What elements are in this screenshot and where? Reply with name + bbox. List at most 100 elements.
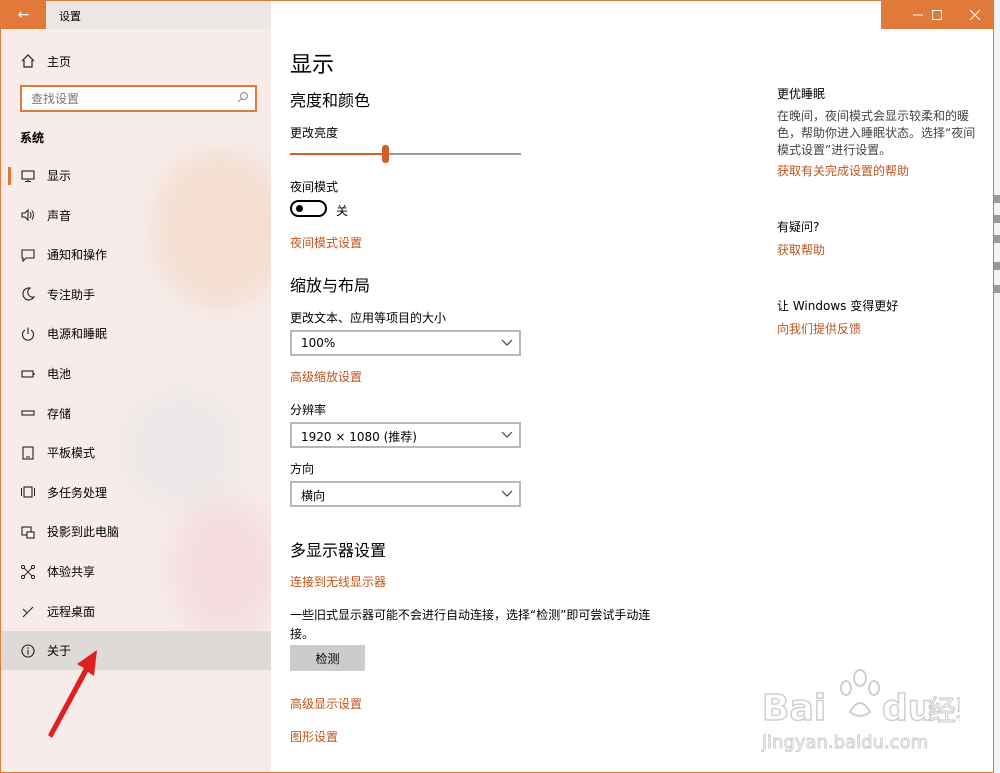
orientation-select[interactable]: 横向 — [290, 481, 521, 507]
sleep-title: 更优睡眠 — [777, 87, 826, 101]
sidebar-item-label: 声音 — [47, 208, 72, 223]
maximize-icon — [932, 10, 942, 20]
multi-display-note: 一些旧式显示器可能不会进行自动连接，选择“检测”即可尝试手动连接。 — [290, 608, 651, 641]
sidebar-item-label: 显示 — [47, 169, 72, 183]
night-mode-label: 夜间模式 — [290, 180, 339, 194]
brightness-label: 更改亮度 — [290, 126, 339, 140]
nav-home-label: 主页 — [47, 54, 72, 69]
sidebar-item-label: 投影到此电脑 — [47, 525, 120, 540]
brightness-slider-thumb[interactable] — [381, 145, 389, 163]
back-arrow-icon: ← — [17, 7, 30, 23]
nav-home[interactable]: 主页 — [1, 49, 271, 73]
sidebar-item-6[interactable]: 存储 — [1, 394, 271, 433]
sidebar-item-label: 平板模式 — [47, 446, 96, 461]
detect-button[interactable]: 检测 — [290, 645, 365, 671]
multi-display-heading: 多显示器设置 — [290, 541, 387, 560]
watermark-jingyan: 经验 — [928, 694, 960, 727]
sidebar-item-label: 电池 — [47, 367, 72, 381]
sidebar-item-3[interactable]: 专注助手 — [1, 275, 271, 314]
sleep-text: 在晚间，夜间模式会显示较柔和的暖色，帮助你进入睡眠状态。选择“夜间模式设置”进行… — [777, 109, 976, 157]
sidebar-item-2[interactable]: 通知和操作 — [1, 235, 271, 274]
search-input[interactable] — [22, 87, 222, 110]
search-icon — [237, 92, 248, 103]
resolution-select-value: 1920 × 1080 (推荐) — [301, 430, 417, 444]
night-mode-settings-link[interactable]: 夜间模式设置 — [290, 234, 362, 251]
night-mode-state: 关 — [336, 204, 349, 218]
search-box[interactable] — [20, 85, 257, 112]
size-label: 更改文本、应用等项目的大小 — [290, 311, 447, 325]
sidebar-item-7[interactable]: 平板模式 — [1, 433, 271, 472]
sidebar-item-label: 电源和睡眠 — [47, 327, 108, 342]
maximize-button[interactable] — [918, 1, 956, 29]
sidebar-item-label: 体验共享 — [47, 565, 96, 579]
orientation-select-value: 横向 — [301, 489, 326, 503]
app-title: 设置 — [59, 10, 81, 23]
project-icon — [21, 526, 35, 539]
section-header-system: 系统 — [20, 131, 45, 145]
improve-title: 让 Windows 变得更好 — [777, 299, 899, 313]
sidebar-item-label: 通知和操作 — [47, 248, 108, 263]
settings-window: ← 设置 主页 系统 显示声音通知和操作专注助手电源和睡眠电池存储平板模式多任务… — [0, 0, 994, 773]
sidebar-item-10[interactable]: 体验共享 — [1, 552, 271, 591]
storage-icon — [21, 410, 35, 416]
sidebar-item-label: 专注助手 — [47, 287, 96, 302]
size-select[interactable]: 100% — [290, 330, 521, 356]
night-mode-toggle[interactable] — [290, 200, 327, 217]
close-icon — [970, 10, 980, 20]
sleep-help-link[interactable]: 获取有关完成设置的帮助 — [777, 162, 909, 179]
main-content: 显示 亮度和颜色 更改亮度 夜间模式 关 夜间模式设置 缩放与布局 更改文本、应… — [271, 29, 993, 772]
chevron-down-icon — [501, 431, 513, 438]
speaker-icon — [21, 208, 34, 222]
get-help-link[interactable]: 获取帮助 — [777, 241, 825, 258]
info-icon — [21, 644, 35, 658]
close-button[interactable] — [956, 1, 993, 29]
share-icon — [20, 564, 36, 579]
chevron-down-icon — [501, 490, 513, 497]
feedback-link[interactable]: 向我们提供反馈 — [777, 320, 861, 337]
multitask-icon — [21, 486, 35, 498]
home-icon — [21, 54, 35, 68]
scale-heading: 缩放与布局 — [290, 276, 371, 295]
sidebar-item-label: 远程桌面 — [47, 604, 96, 619]
brightness-slider[interactable] — [290, 145, 521, 163]
wireless-display-link[interactable]: 连接到无线显示器 — [290, 573, 386, 590]
notification-icon — [21, 249, 35, 263]
brightness-slider-fill — [290, 153, 385, 155]
resolution-label: 分辨率 — [290, 403, 327, 417]
moon-icon — [22, 287, 36, 301]
sidebar-item-label: 关于 — [47, 644, 72, 659]
back-button[interactable]: ← — [1, 1, 46, 29]
sidebar-item-4[interactable]: 电源和睡眠 — [1, 314, 271, 353]
graphics-settings-link[interactable]: 图形设置 — [290, 728, 338, 745]
toggle-knob — [296, 205, 303, 212]
advanced-display-link[interactable]: 高级显示设置 — [290, 695, 362, 712]
battery-icon — [21, 369, 35, 378]
orientation-label: 方向 — [290, 462, 315, 476]
sidebar-item-5[interactable]: 电池 — [1, 354, 271, 393]
watermark-url: jingyan.baidu.com — [761, 732, 928, 753]
page-title: 显示 — [290, 53, 335, 78]
resolution-select[interactable]: 1920 × 1080 (推荐) — [290, 422, 521, 448]
question-title: 有疑问? — [777, 220, 820, 234]
title-bar: ← 设置 — [1, 1, 993, 29]
brightness-heading: 亮度和颜色 — [290, 91, 371, 110]
sidebar-item-12[interactable]: 关于 — [1, 631, 271, 671]
power-icon — [21, 327, 35, 341]
sidebar-item-9[interactable]: 投影到此电脑 — [1, 512, 271, 551]
sidebar-item-11[interactable]: 远程桌面 — [1, 592, 271, 631]
sidebar: 主页 系统 显示声音通知和操作专注助手电源和睡眠电池存储平板模式多任务处理投影到… — [1, 29, 291, 772]
sidebar-item-1[interactable]: 声音 — [1, 196, 271, 235]
baidu-watermark: Bai du 经验 jingyan.baidu.com — [761, 669, 960, 754]
watermark-brand2: du — [882, 688, 933, 729]
sidebar-item-0[interactable]: 显示 — [1, 156, 271, 195]
advanced-scale-link[interactable]: 高级缩放设置 — [290, 368, 362, 385]
watermark-brand: Bai — [762, 688, 826, 729]
sidebar-item-label: 存储 — [47, 406, 72, 421]
background-window-edge — [994, 0, 1000, 773]
remote-icon — [22, 606, 34, 618]
sidebar-item-label: 多任务处理 — [47, 485, 108, 500]
sidebar-item-8[interactable]: 多任务处理 — [1, 473, 271, 512]
chevron-down-icon — [501, 339, 513, 346]
size-select-value: 100% — [301, 336, 336, 350]
tablet-icon — [22, 446, 34, 460]
